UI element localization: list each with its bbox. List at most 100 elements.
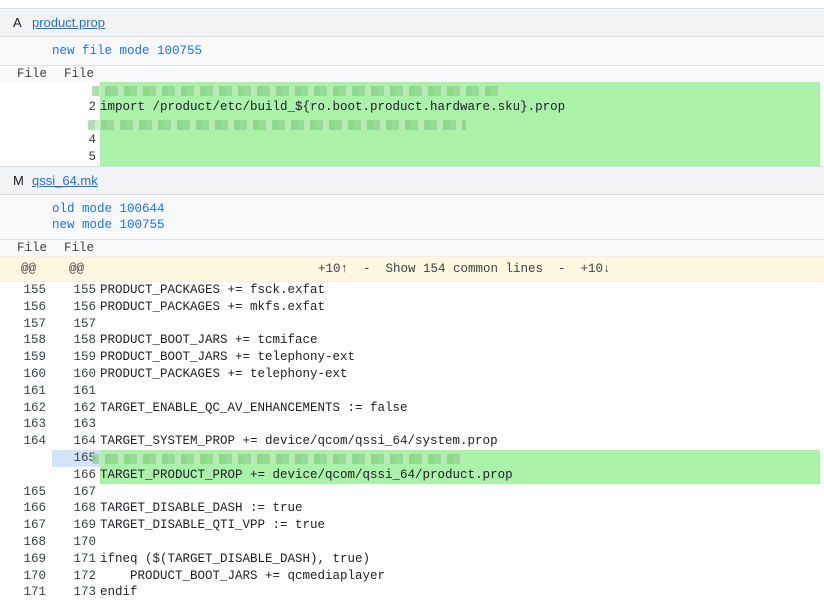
line-number-right[interactable]: 170 xyxy=(52,534,96,551)
diff-line: 169 171 ifneq ($(TARGET_DISABLE_DASH), tru… xyxy=(0,551,824,568)
code-line: endif xyxy=(100,585,138,600)
file-header-qssi-64-mk: Mqssi_64.mk xyxy=(0,165,824,195)
diff-line: 160 160 PRODUCT_PACKAGES += telephony-ext xyxy=(0,366,824,383)
diff-line: 2 import /product/etc/build_${ro.boot.pr… xyxy=(0,98,824,116)
code-line: import /product/etc/build_${ro.boot.prod… xyxy=(100,99,566,114)
old-mode: old mode 100644 xyxy=(52,201,165,216)
diff-qssi-64-mk: File File @@ @@ +10↑ - Show 154 common l… xyxy=(0,239,824,601)
line-number-right[interactable]: 166 xyxy=(52,467,96,484)
show-common-lines-link[interactable]: +10↑ - Show 154 common lines - +10↓ xyxy=(318,257,611,281)
line-number-right[interactable]: 172 xyxy=(52,568,96,585)
line-number-right[interactable]: 163 xyxy=(52,416,96,433)
line-number-right[interactable]: 171 xyxy=(52,551,96,568)
line-number-right[interactable]: 173 xyxy=(52,584,96,601)
diff-line: 165 167 xyxy=(0,484,824,501)
hunk-marker-left: @@ xyxy=(21,261,37,276)
diff-line: 168 170 xyxy=(0,534,824,551)
code-line: TARGET_PRODUCT_PROP += device/qcom/qssi_… xyxy=(100,467,513,482)
line-number-left: 171 xyxy=(23,585,46,600)
line-number-left: 161 xyxy=(23,383,46,398)
diff-line: 157 157 xyxy=(0,316,824,333)
code-line: PRODUCT_BOOT_JARS += tcmiface xyxy=(100,333,318,348)
line-number-right: 5 xyxy=(88,150,96,165)
line-number-right[interactable]: 157 xyxy=(52,316,96,333)
file-link-product-prop[interactable]: product.prop xyxy=(32,15,105,30)
diff-line: 155 155 PRODUCT_PACKAGES += fsck.exfat xyxy=(0,282,824,299)
diff-line: 4 xyxy=(0,132,824,150)
diff-line xyxy=(0,82,824,99)
diff-line: 171 173 endif xyxy=(0,584,824,601)
line-number-left: 159 xyxy=(23,350,46,365)
diff-line: 165 xyxy=(0,449,824,467)
line-number-right[interactable]: 165 xyxy=(52,450,96,467)
diff-product-prop: File File 2 import /product/etc/build_${… xyxy=(0,66,824,166)
line-number-right[interactable]: 159 xyxy=(52,349,96,366)
file-status-added: A xyxy=(13,15,22,30)
redacted-text xyxy=(92,86,504,96)
line-number-right[interactable]: 158 xyxy=(52,332,96,349)
code-line: PRODUCT_PACKAGES += fsck.exfat xyxy=(100,282,326,297)
code-line: TARGET_SYSTEM_PROP += device/qcom/qssi_6… xyxy=(100,434,498,449)
line-number-left: 156 xyxy=(23,299,46,314)
diff-line: 166 168 TARGET_DISABLE_DASH := true xyxy=(0,500,824,517)
diff-line: 166 TARGET_PRODUCT_PROP += device/qcom/qs… xyxy=(0,466,824,484)
line-number-right[interactable]: 164 xyxy=(52,433,96,450)
line-number-right[interactable]: 160 xyxy=(52,366,96,383)
line-number-right: 4 xyxy=(88,133,96,148)
diff-line xyxy=(0,115,824,133)
code-line: TARGET_DISABLE_DASH := true xyxy=(100,501,303,516)
new-file-mode: new file mode 100755 xyxy=(52,44,203,58)
line-number-left: 160 xyxy=(23,366,46,381)
diff-line: 170 172 PRODUCT_BOOT_JARS += qcmediaplaye… xyxy=(0,568,824,585)
col-header-left: File xyxy=(17,240,48,255)
code-line: TARGET_DISABLE_QTI_VPP := true xyxy=(100,518,326,533)
hunk-marker-right: @@ xyxy=(69,261,85,276)
redacted-text xyxy=(88,119,466,130)
redacted-text xyxy=(92,453,464,464)
diff-line: 167 169 TARGET_DISABLE_QTI_VPP := true xyxy=(0,517,824,534)
code-line: TARGET_ENABLE_QC_AV_ENHANCEMENTS := fals… xyxy=(100,400,408,415)
line-number-right[interactable]: 161 xyxy=(52,383,96,400)
line-number-left: 164 xyxy=(23,434,46,449)
line-number-right[interactable]: 156 xyxy=(52,299,96,316)
line-number-left: 158 xyxy=(23,333,46,348)
diff-line: 161 161 xyxy=(0,383,824,400)
line-number-left: 155 xyxy=(23,282,46,297)
line-number-right: 2 xyxy=(88,99,96,114)
top-spacer xyxy=(0,0,824,8)
line-number-right[interactable]: 168 xyxy=(52,500,96,517)
diff-line: 5 xyxy=(0,149,824,166)
line-number-left: 167 xyxy=(23,518,46,533)
line-number-left: 157 xyxy=(23,316,46,331)
col-header-right: File xyxy=(64,240,95,255)
line-number-left: 166 xyxy=(23,501,46,516)
diff-column-header: File File xyxy=(0,66,824,82)
col-header-right: File xyxy=(64,67,95,81)
line-number-left: 169 xyxy=(23,551,46,566)
file-link-qssi-64-mk[interactable]: qssi_64.mk xyxy=(32,173,98,188)
line-number-left: 170 xyxy=(23,568,46,583)
diff-line: 158 158 PRODUCT_BOOT_JARS += tcmiface xyxy=(0,332,824,349)
line-number-left: 168 xyxy=(23,534,46,549)
diff-line: 164 164 TARGET_SYSTEM_PROP += device/qcom/… xyxy=(0,433,824,450)
code-line: PRODUCT_PACKAGES += mkfs.exfat xyxy=(100,299,326,314)
skip-common-lines-row: @@ @@ +10↑ - Show 154 common lines - +10… xyxy=(0,255,824,282)
code-line: PRODUCT_PACKAGES += telephony-ext xyxy=(100,366,348,381)
line-number-right[interactable]: 162 xyxy=(52,400,96,417)
diff-line: 163 163 xyxy=(0,416,824,433)
line-number-right[interactable]: 167 xyxy=(52,484,96,501)
diff-column-header: File File xyxy=(0,239,824,256)
diff-line: 162 162 TARGET_ENABLE_QC_AV_ENHANCEMENTS :… xyxy=(0,400,824,417)
mode-info: old mode 100644 new mode 100755 xyxy=(0,194,824,240)
mode-info: new file mode 100755 xyxy=(0,37,824,66)
line-number-right[interactable]: 169 xyxy=(52,517,96,534)
diff-lines: 155 155 PRODUCT_PACKAGES += fsck.exfat 156 1… xyxy=(0,282,824,601)
diff-line: 156 156 PRODUCT_PACKAGES += mkfs.exfat xyxy=(0,299,824,316)
line-number-left: 165 xyxy=(23,484,46,499)
diff-line: 159 159 PRODUCT_BOOT_JARS += telephony-ext xyxy=(0,349,824,366)
new-mode: new mode 100755 xyxy=(52,217,165,232)
file-header-product-prop: Aproduct.prop xyxy=(0,8,824,37)
line-number-right[interactable]: 155 xyxy=(52,282,96,299)
code-line: PRODUCT_BOOT_JARS += qcmediaplayer xyxy=(100,568,386,583)
col-header-left: File xyxy=(17,67,48,81)
